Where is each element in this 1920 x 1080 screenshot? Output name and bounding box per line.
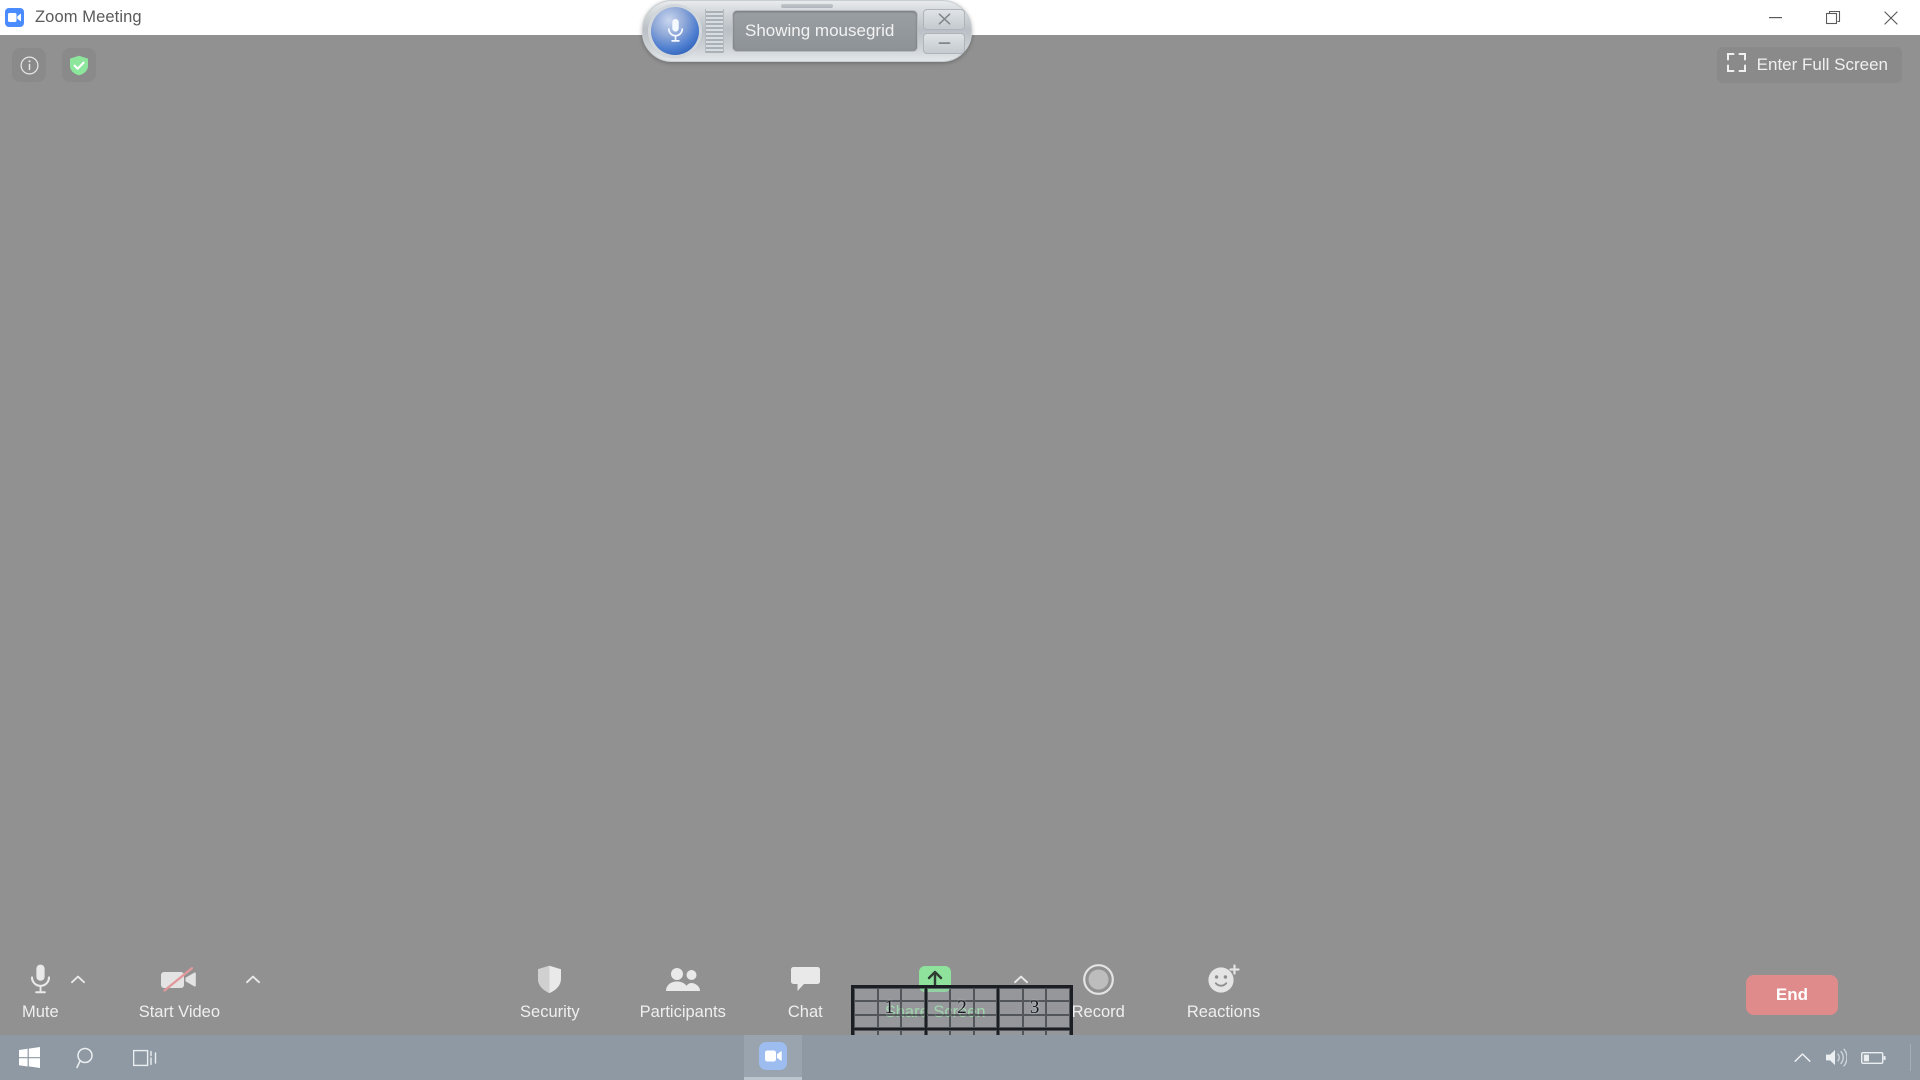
video-off-icon (160, 962, 199, 996)
share-options-caret-icon[interactable] (1013, 971, 1028, 985)
end-meeting-button[interactable]: End (1745, 975, 1838, 1015)
start-video-label: Start Video (138, 1003, 221, 1021)
microphone-icon (30, 962, 51, 996)
expand-icon (1726, 53, 1746, 77)
taskbar-show-desktop[interactable] (1910, 1044, 1911, 1071)
security-button[interactable]: Security (520, 949, 580, 1022)
speech-toolbar-buttons (923, 8, 965, 54)
shield-icon (537, 962, 562, 996)
zoom-camera-icon (5, 8, 24, 27)
chat-label: Chat (787, 1003, 823, 1021)
close-icon[interactable] (923, 8, 965, 30)
record-label: Record (1071, 1003, 1125, 1021)
meeting-content-area: Enter Full Screen Mute Start Video Secur… (0, 35, 1920, 1080)
mute-button[interactable]: Mute (22, 949, 85, 1022)
participants-label: Participants (639, 1003, 726, 1021)
task-view-icon[interactable] (116, 1035, 174, 1080)
close-icon[interactable] (1862, 0, 1920, 35)
chevron-up-icon[interactable] (1794, 1052, 1811, 1063)
zoom-camera-icon (759, 1042, 787, 1070)
share-screen-button[interactable]: Share Screen (884, 949, 1028, 1022)
volume-icon[interactable] (1825, 1048, 1847, 1067)
mute-options-caret-icon[interactable] (70, 971, 85, 985)
video-options-caret-icon[interactable] (246, 971, 260, 985)
meeting-top-left-buttons (12, 48, 96, 82)
screen: Zoom Meeting Enter Full Screen Mute Star… (0, 0, 1920, 1080)
chat-button[interactable]: Chat (788, 949, 823, 1022)
speech-status-text: Showing mousegrid (745, 21, 895, 40)
enter-full-screen-label: Enter Full Screen (1756, 55, 1888, 74)
minimize-icon[interactable] (923, 32, 965, 54)
chat-bubble-icon (789, 962, 822, 996)
speech-status-field: Showing mousegrid (732, 10, 918, 52)
shield-check-icon[interactable] (62, 48, 96, 82)
start-video-button[interactable]: Start Video (138, 949, 260, 1022)
share-arrow-icon (918, 962, 952, 996)
share-screen-label: Share Screen (884, 1003, 986, 1021)
info-icon[interactable] (12, 48, 46, 82)
reactions-smiley-icon (1207, 962, 1240, 996)
enter-full-screen-button[interactable]: Enter Full Screen (1716, 47, 1902, 83)
speech-recognition-toolbar[interactable]: Showing mousegrid (642, 0, 972, 62)
system-tray (1794, 1048, 1920, 1067)
toolbar-drag-handle[interactable] (781, 4, 833, 8)
record-circle-icon (1082, 962, 1114, 996)
mute-label: Mute (22, 1003, 59, 1021)
microphone-icon[interactable] (651, 7, 699, 55)
windows-taskbar (0, 1035, 1920, 1080)
meeting-control-bar: Mute Start Video Security Participants C… (0, 949, 1920, 1040)
record-button[interactable]: Record (1072, 949, 1125, 1022)
taskbar-zoom-app[interactable] (744, 1035, 802, 1080)
window-title: Zoom Meeting (35, 8, 142, 26)
security-label: Security (520, 1003, 580, 1021)
search-icon[interactable] (58, 1035, 116, 1080)
windows-logo-icon[interactable] (0, 1035, 58, 1080)
participants-icon (665, 962, 701, 996)
battery-icon[interactable] (1861, 1051, 1886, 1065)
window-controls (1746, 0, 1920, 35)
minimize-icon[interactable] (1746, 0, 1804, 35)
reactions-label: Reactions (1186, 1003, 1261, 1021)
microphone-level-meter (705, 9, 724, 53)
restore-icon[interactable] (1804, 0, 1862, 35)
participants-button[interactable]: Participants (640, 949, 726, 1022)
reactions-button[interactable]: Reactions (1187, 949, 1260, 1022)
